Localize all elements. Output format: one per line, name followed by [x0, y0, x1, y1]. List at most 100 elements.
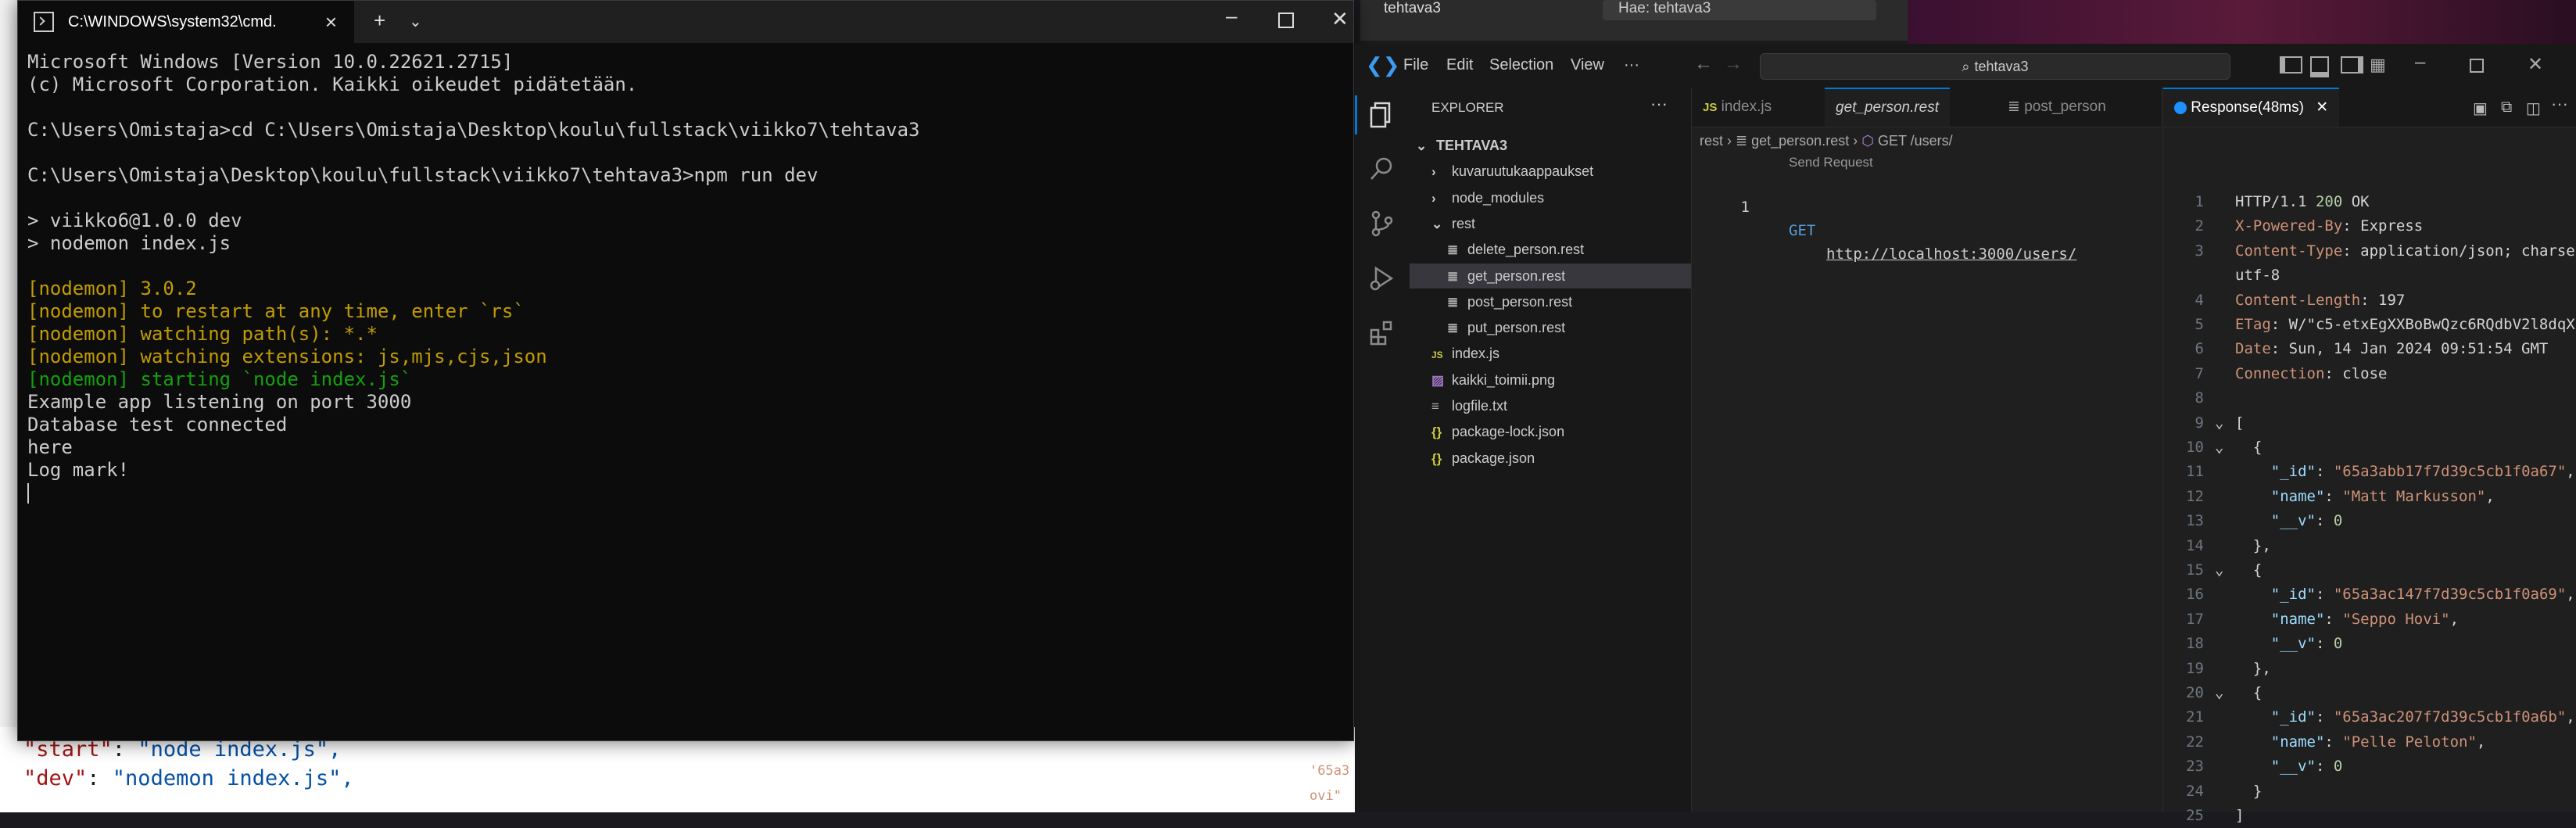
response-line: 21 "_id": "65a3ac207f7d39c5cb1f0a6b",	[2186, 708, 2575, 726]
tree-file[interactable]: ≣ post_person.rest	[1410, 289, 1691, 314]
terminal-line: [nodemon] starting `node index.js`	[27, 368, 412, 390]
response-line: 17 "name": "Seppo Hovi",	[2186, 610, 2460, 628]
tree-label: package.json	[1452, 450, 1535, 466]
tab-response[interactable]: Response(48ms) ✕	[2163, 88, 2340, 127]
tree-file[interactable]: ≣ put_person.rest	[1410, 315, 1691, 340]
minimize-icon[interactable]: –	[1226, 4, 1237, 28]
toggle-secondary-sidebar-icon[interactable]	[2341, 56, 2363, 73]
tree-file[interactable]: {} package-lock.json	[1410, 419, 1691, 444]
tree-file[interactable]: ≣ delete_person.rest	[1410, 237, 1691, 262]
forward-arrow-icon[interactable]: →	[1724, 53, 1743, 75]
files-icon[interactable]	[1368, 100, 1396, 128]
tree-file[interactable]: {} package.json	[1410, 446, 1691, 471]
minimize-icon[interactable]: –	[2415, 52, 2425, 73]
save-body-icon[interactable]: ⧉	[2501, 99, 2512, 116]
response-line: utf-8	[2235, 267, 2280, 285]
chevron-down-icon[interactable]: ⌄	[409, 12, 422, 31]
search-icon[interactable]	[1368, 155, 1396, 183]
breadcrumb[interactable]: rest › ≣ get_person.rest › ⬡ GET /users/	[1700, 133, 1953, 149]
close-tab-icon[interactable]: ✕	[2316, 99, 2328, 116]
explorer-panel: EXPLORER ··· ⌄ TEHTAVA3 › kuvaruutukaappauk…	[1410, 88, 1692, 812]
fold-chevron-icon[interactable]: ⌄	[2215, 436, 2223, 460]
tree-folder[interactable]: › node_modules	[1410, 185, 1691, 210]
vscode-title-bar: ❮❯ File Edit Selection View ··· ← → ⌕ te…	[1355, 44, 2576, 88]
response-line: 18 "__v": 0	[2186, 635, 2343, 653]
response-line: 1 HTTP/1.1 200 OK	[2194, 193, 2370, 210]
terminal-line: [nodemon] 3.0.2	[27, 278, 197, 299]
close-window-icon[interactable]: ✕	[1331, 7, 1349, 31]
response-line: 4 Content-Length: 197	[2194, 291, 2406, 309]
tree-label: rest	[1452, 215, 1476, 231]
more-actions-icon[interactable]: ···	[1650, 94, 1668, 114]
toggle-panel-icon[interactable]	[2310, 56, 2329, 77]
terminal-icon	[34, 12, 54, 32]
search-icon: ⌕	[1962, 58, 1970, 74]
tree-file[interactable]: JS index.js	[1410, 341, 1691, 366]
fold-chevron-icon[interactable]: ⌄	[2215, 681, 2223, 705]
close-tab-icon[interactable]: ×	[325, 10, 337, 34]
request-url-link[interactable]: http://localhost:3000/users/	[1826, 242, 2076, 266]
vscode-window: ❮❯ File Edit Selection View ··· ← → ⌕ te…	[1355, 44, 2576, 824]
terminal-line: (c) Microsoft Corporation. Kaikki oikeud…	[27, 73, 638, 95]
tree-folder[interactable]: ⌄ rest	[1410, 211, 1691, 236]
tab-post-person[interactable]: ≣ post_person	[1997, 88, 2117, 127]
terminal-tab[interactable]: C:\WINDOWS\system32\cmd. ×	[18, 1, 354, 43]
image-file-icon: ▨	[1431, 372, 1445, 388]
save-response-icon[interactable]: ▣	[2473, 99, 2488, 118]
source-control-icon[interactable]	[1368, 210, 1396, 238]
close-window-icon[interactable]: ✕	[2528, 53, 2543, 76]
editor-tab-bar: JS index.js get_person.rest ≣ post_perso…	[1692, 88, 2161, 127]
tab-index-js[interactable]: JS index.js	[1692, 88, 1782, 127]
split-editor-icon[interactable]: ◫	[2526, 99, 2541, 118]
fold-chevron-icon[interactable]: ⌄	[2215, 558, 2223, 582]
menu-view[interactable]: View	[1571, 56, 1604, 74]
response-line: 8	[2194, 389, 2204, 407]
terminal-line: [nodemon] to restart at any time, enter …	[27, 300, 525, 322]
background-json-snippet: "start": "node index.js", "dev": "nodemo…	[23, 735, 354, 793]
menu-selection[interactable]: Selection	[1489, 56, 1553, 74]
chevron-down-icon: ⌄	[1431, 216, 1443, 231]
run-debug-icon[interactable]	[1368, 264, 1396, 292]
send-request-codelens[interactable]: Send Request	[1789, 155, 1873, 170]
maximize-icon[interactable]	[1278, 13, 1294, 28]
toggle-sidebar-icon[interactable]	[2280, 56, 2302, 73]
extensions-icon[interactable]	[1368, 319, 1396, 347]
tree-file[interactable]: ≣ get_person.rest	[1410, 263, 1691, 289]
terminal-line: Microsoft Windows [Version 10.0.22621.27…	[27, 51, 514, 73]
tree-folder[interactable]: › kuvaruutukaappaukset	[1410, 159, 1691, 184]
terminal-output[interactable]: Microsoft Windows [Version 10.0.22621.27…	[27, 51, 920, 504]
tab-get-person-rest[interactable]: get_person.rest	[1825, 88, 1951, 127]
menu-file[interactable]: File	[1403, 56, 1428, 74]
response-line: 19 },	[2186, 659, 2271, 677]
more-actions-icon[interactable]: ···	[2551, 94, 2568, 114]
customize-layout-icon[interactable]: ▦	[2370, 55, 2386, 75]
tree-file[interactable]: ≡ logfile.txt	[1410, 393, 1691, 418]
request-line[interactable]: 1 GET http://localhost:3000/users/	[1692, 172, 2161, 263]
background-json-line: "dev": "nodemon index.js",	[23, 766, 354, 790]
response-line: 25]	[2186, 807, 2245, 824]
terminal-line: Log mark!	[27, 459, 130, 481]
vscode-logo-icon: ❮❯	[1366, 53, 1400, 77]
tree-folder[interactable]: ⌄ TEHTAVA3	[1410, 133, 1691, 158]
command-center-search[interactable]: ⌕ tehtava3	[1760, 53, 2230, 80]
tree-label: index.js	[1452, 346, 1500, 362]
maximize-icon[interactable]	[2470, 59, 2484, 73]
terminal-line: C:\Users\Omistaja>cd C:\Users\Omistaja\D…	[27, 119, 920, 141]
new-tab-icon[interactable]: +	[374, 9, 385, 33]
menu-edit[interactable]: Edit	[1446, 56, 1473, 74]
back-arrow-icon[interactable]: ←	[1694, 53, 1713, 75]
rest-file-icon: ≣	[1447, 268, 1459, 284]
menu-more[interactable]: ···	[1624, 56, 1639, 74]
rest-file-icon: ≣	[1447, 321, 1459, 336]
background-search: Hae: tehtava3	[1603, 0, 1876, 20]
tree-label: put_person.rest	[1467, 320, 1566, 336]
terminal-tab-title: C:\WINDOWS\system32\cmd.	[68, 13, 277, 30]
fold-chevron-icon[interactable]: ⌄	[2215, 411, 2223, 436]
tree-file[interactable]: ▨ kaikki_toimii.png	[1410, 367, 1691, 392]
terminal-tab-bar: C:\WINDOWS\system32\cmd. × + ⌄ – ✕	[18, 1, 1353, 43]
response-line: 6 Date: Sun, 14 Jan 2024 09:51:54 GMT	[2194, 340, 2549, 358]
tree-label: package-lock.json	[1452, 424, 1565, 440]
response-line: 11 "_id": "65a3abb17f7d39c5cb1f0a67",	[2186, 463, 2575, 481]
